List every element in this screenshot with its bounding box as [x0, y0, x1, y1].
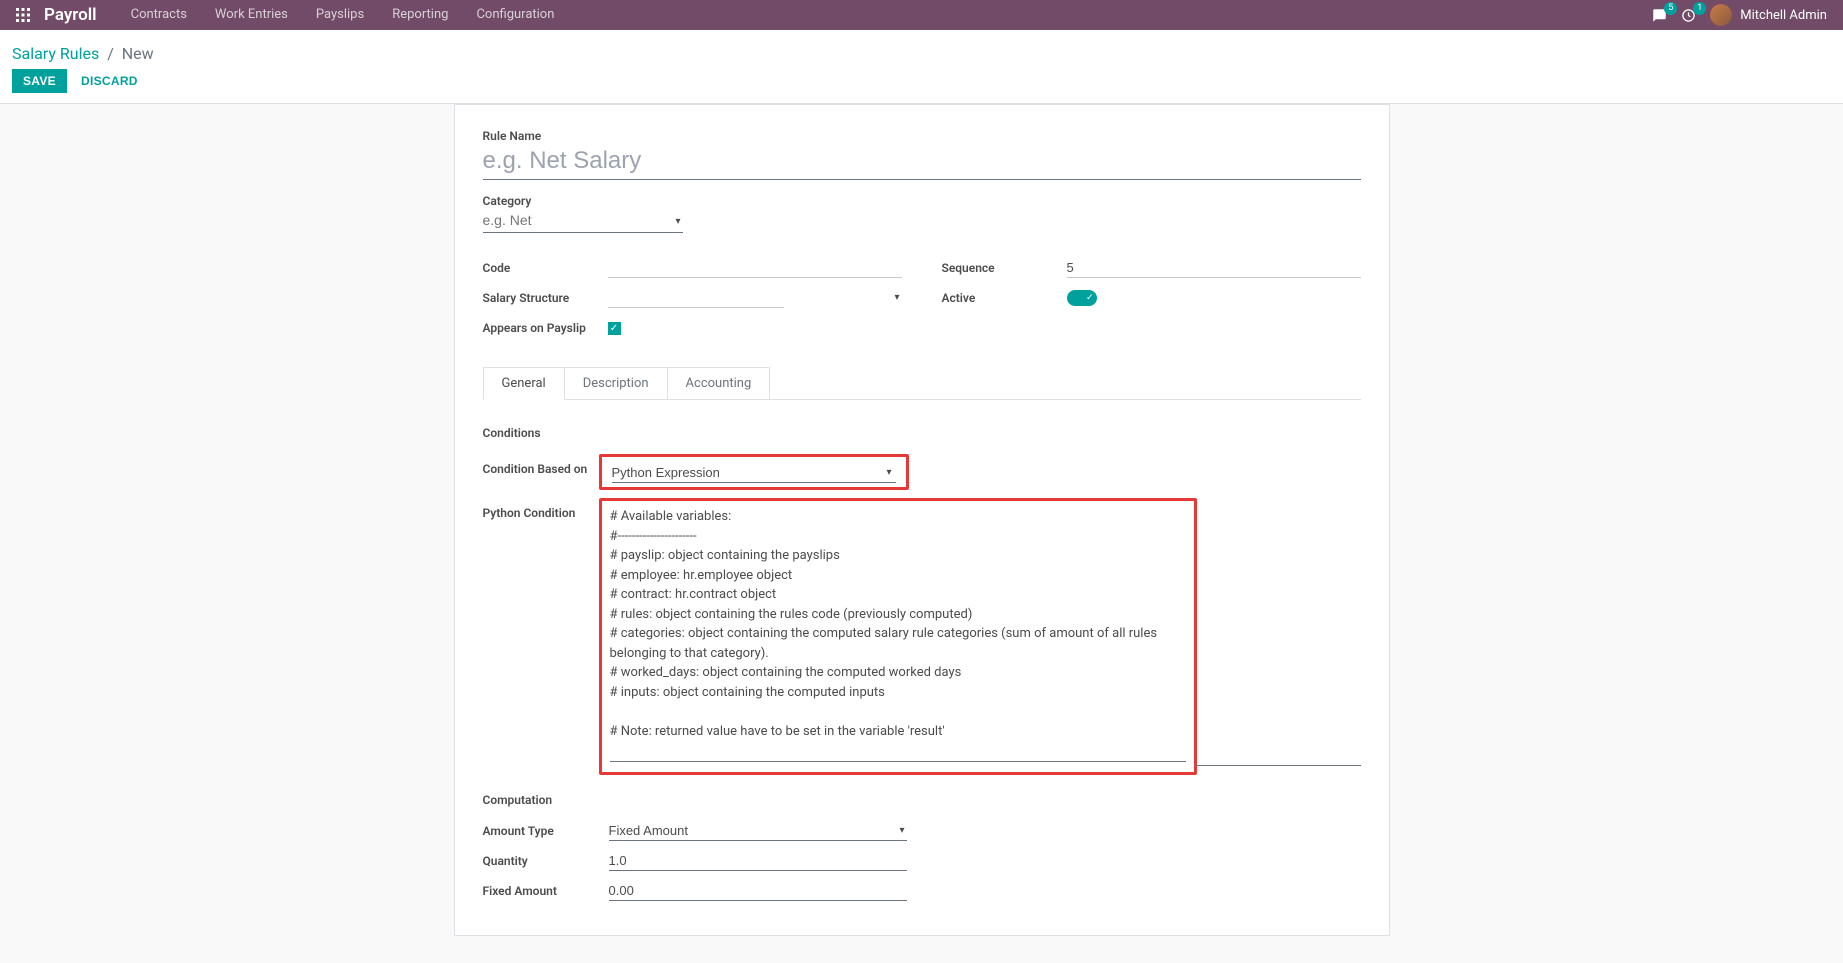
breadcrumb: Salary Rules / New	[12, 38, 1831, 63]
apps-icon[interactable]	[16, 8, 30, 22]
python-condition-highlight	[599, 498, 1197, 775]
code-input[interactable]	[608, 258, 902, 278]
active-label: Active	[942, 291, 1067, 305]
sequence-input[interactable]	[1067, 258, 1361, 278]
navbar-menu: Contracts Work Entries Payslips Reportin…	[117, 0, 569, 30]
messages-icon[interactable]: 5	[1652, 8, 1667, 23]
tab-general[interactable]: General	[483, 367, 565, 400]
python-condition-textarea[interactable]	[610, 507, 1186, 762]
fixed-amount-label: Fixed Amount	[483, 884, 609, 898]
caret-down-icon: ▾	[894, 292, 899, 303]
condition-based-on-select[interactable]	[612, 463, 896, 483]
avatar	[1710, 4, 1732, 26]
app-brand[interactable]: Payroll	[44, 5, 97, 25]
discard-button[interactable]: DISCARD	[77, 70, 142, 92]
activities-badge: 1	[1693, 2, 1706, 15]
tab-accounting[interactable]: Accounting	[667, 367, 771, 399]
code-label: Code	[483, 261, 608, 275]
appears-on-payslip-checkbox[interactable]: ✓	[608, 322, 621, 335]
messages-badge: 5	[1664, 2, 1677, 15]
nav-contracts[interactable]: Contracts	[117, 0, 201, 30]
rule-name-input[interactable]	[483, 145, 1361, 180]
breadcrumb-separator: /	[107, 44, 114, 63]
appears-on-payslip-label: Appears on Payslip	[483, 321, 608, 335]
nav-work-entries[interactable]: Work Entries	[201, 0, 302, 30]
top-navbar: Payroll Contracts Work Entries Payslips …	[0, 0, 1843, 30]
category-label: Category	[483, 194, 1361, 208]
amount-type-label: Amount Type	[483, 824, 609, 838]
tab-content-general: Conditions Condition Based on ▾ Python C…	[483, 400, 1361, 901]
condition-based-on-label: Condition Based on	[483, 454, 599, 476]
nav-reporting[interactable]: Reporting	[378, 0, 462, 30]
control-panel: Salary Rules / New SAVE DISCARD	[0, 30, 1843, 104]
fixed-amount-input[interactable]	[609, 881, 907, 901]
activities-icon[interactable]: 1	[1681, 8, 1696, 23]
sequence-label: Sequence	[942, 261, 1067, 275]
python-condition-label: Python Condition	[483, 498, 599, 520]
user-name: Mitchell Admin	[1740, 8, 1827, 23]
conditions-header: Conditions	[483, 426, 1361, 440]
rule-name-label: Rule Name	[483, 129, 1361, 143]
breadcrumb-root[interactable]: Salary Rules	[12, 44, 99, 63]
nav-configuration[interactable]: Configuration	[462, 0, 568, 30]
check-icon: ✓	[1086, 294, 1094, 303]
computation-header: Computation	[483, 793, 1361, 807]
user-menu[interactable]: Mitchell Admin	[1710, 4, 1827, 26]
nav-payslips[interactable]: Payslips	[302, 0, 378, 30]
quantity-label: Quantity	[483, 854, 609, 868]
form-sheet: Rule Name Category ▾ Code Salary Structu…	[454, 104, 1390, 936]
salary-structure-label: Salary Structure	[483, 291, 608, 305]
category-input[interactable]	[483, 210, 683, 233]
quantity-input[interactable]	[609, 851, 907, 871]
condition-based-on-highlight: ▾	[599, 454, 909, 490]
tab-description[interactable]: Description	[564, 367, 668, 399]
amount-type-select[interactable]	[609, 821, 907, 841]
tabs: General Description Accounting	[483, 367, 1361, 400]
active-toggle[interactable]: ✓	[1067, 290, 1097, 306]
save-button[interactable]: SAVE	[12, 69, 67, 93]
breadcrumb-current: New	[122, 44, 154, 63]
salary-structure-input[interactable]	[608, 288, 784, 308]
